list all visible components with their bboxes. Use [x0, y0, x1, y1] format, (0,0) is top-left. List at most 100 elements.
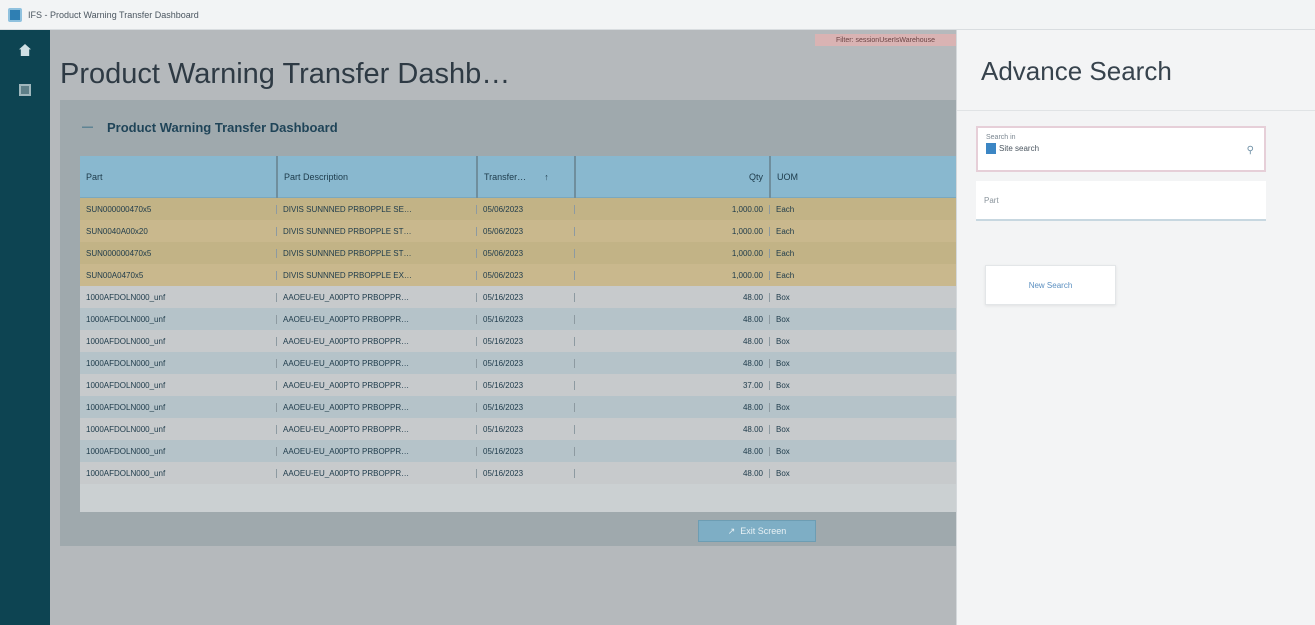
search-in-label: Search in: [986, 134, 1016, 141]
cell-part: SUN00A0470x5: [86, 270, 144, 280]
cell-description: AAOEU-EU_A00PTO PRBOPPR…: [276, 424, 476, 434]
cell-part: 1000AFDOLN000_unf: [86, 292, 166, 302]
cell-description: AAOEU-EU_A00PTO PRBOPPR…: [276, 336, 476, 346]
cell-description: AAOEU-EU_A00PTO PRBOPPR…: [276, 314, 476, 324]
cell-part: 1000AFDOLN000_unf: [86, 446, 166, 456]
exit-icon: ↗: [727, 525, 736, 536]
cell-uom: Box: [769, 468, 956, 478]
cell-description: AAOEU-EU_A00PTO PRBOPPR…: [276, 402, 476, 412]
cell-qty: 48.00: [574, 292, 769, 302]
filter-icon[interactable]: ⚲: [1247, 145, 1254, 156]
rail-list-button[interactable]: [0, 70, 50, 110]
cell-qty: 48.00: [574, 314, 769, 324]
cell-uom: Box: [769, 336, 956, 346]
cell-transfer-date: 05/16/2023: [476, 314, 574, 324]
column-header-uom[interactable]: UOM: [769, 156, 956, 198]
left-rail: [0, 30, 50, 625]
cell-transfer-date: 05/06/2023: [476, 204, 574, 214]
main-area: Filter: sessionUserIsWarehouse Product W…: [50, 30, 956, 625]
cell-uom: Box: [769, 380, 956, 390]
cell-transfer-date: 05/16/2023: [476, 468, 574, 478]
cell-uom: Each: [769, 270, 956, 280]
cell-uom: Each: [769, 226, 956, 236]
cell-uom: Box: [769, 292, 956, 302]
cell-part: 1000AFDOLN000_unf: [86, 314, 166, 324]
table-row[interactable]: 1000AFDOLN000_unf AAOEU-EU_A00PTO PRBOPPR…: [80, 440, 956, 462]
window-title: IFS - Product Warning Transfer Dashboard: [28, 9, 199, 20]
cell-uom: Box: [769, 314, 956, 324]
new-search-button[interactable]: New Search: [985, 265, 1116, 305]
column-header-transfer-label: Transfer…: [484, 171, 527, 182]
table-row[interactable]: 1000AFDOLN000_unf AAOEU-EU_A00PTO PRBOPPR…: [80, 418, 956, 440]
table-row[interactable]: 1000AFDOLN000_unf AAOEU-EU_A00PTO PRBOPPR…: [80, 308, 956, 330]
cell-description: DIVIS SUNNNED PRBOPPLE ST…: [276, 226, 476, 236]
cell-description: DIVIS SUNNNED PRBOPPLE EX…: [276, 270, 476, 280]
collapse-icon[interactable]: —: [82, 121, 93, 133]
cell-uom: Box: [769, 446, 956, 456]
table-row[interactable]: 1000AFDOLN000_unf AAOEU-EU_A00PTO PRBOPPR…: [80, 396, 956, 418]
cell-description: DIVIS SUNNNED PRBOPPLE ST…: [276, 248, 476, 258]
table-row[interactable]: SUN000000470x5 DIVIS SUNNNED PRBOPPLE ST……: [80, 242, 956, 264]
cell-uom: Box: [769, 402, 956, 412]
cell-qty: 48.00: [574, 336, 769, 346]
cell-uom: Box: [769, 358, 956, 368]
cell-transfer-date: 05/16/2023: [476, 358, 574, 368]
column-header-part[interactable]: Part: [80, 156, 276, 198]
cell-transfer-date: 05/16/2023: [476, 336, 574, 346]
panel-divider: [957, 110, 1315, 111]
cell-part: 1000AFDOLN000_unf: [86, 424, 166, 434]
cell-part: 1000AFDOLN000_unf: [86, 358, 166, 368]
cell-description: AAOEU-EU_A00PTO PRBOPPR…: [276, 468, 476, 478]
table-row[interactable]: 1000AFDOLN000_unf AAOEU-EU_A00PTO PRBOPPR…: [80, 374, 956, 396]
app-icon: [8, 7, 22, 22]
list-icon: [19, 84, 31, 96]
table-row[interactable]: 1000AFDOLN000_unf AAOEU-EU_A00PTO PRBOPPR…: [80, 462, 956, 484]
transfer-grid: Part Part Description Transfer… ↑ Qty UO…: [80, 156, 956, 512]
cell-qty: 48.00: [574, 468, 769, 478]
cell-description: AAOEU-EU_A00PTO PRBOPPR…: [276, 292, 476, 302]
table-row[interactable]: SUN00A0470x5 DIVIS SUNNNED PRBOPPLE EX… 05…: [80, 264, 956, 286]
cell-transfer-date: 05/16/2023: [476, 446, 574, 456]
page-title: Product Warning Transfer Dashb…: [60, 58, 511, 90]
cell-description: AAOEU-EU_A00PTO PRBOPPR…: [276, 380, 476, 390]
part-field[interactable]: Part: [976, 181, 1266, 221]
cell-transfer-date: 05/16/2023: [476, 424, 574, 434]
section-header[interactable]: — Product Warning Transfer Dashboard: [60, 100, 956, 154]
section-title: Product Warning Transfer Dashboard: [107, 119, 338, 135]
column-header-description[interactable]: Part Description: [276, 156, 476, 198]
advance-search-panel: Advance Search Search in Site search ⚲ P…: [956, 30, 1315, 625]
column-header-transfer-date[interactable]: Transfer… ↑: [476, 156, 574, 198]
table-row[interactable]: 1000AFDOLN000_unf AAOEU-EU_A00PTO PRBOPPR…: [80, 352, 956, 374]
table-row[interactable]: 1000AFDOLN000_unf AAOEU-EU_A00PTO PRBOPPR…: [80, 330, 956, 352]
cell-part: SUN0040A00x20: [86, 226, 148, 236]
cell-qty: 48.00: [574, 402, 769, 412]
exit-screen-label: Exit Screen: [740, 526, 787, 536]
cell-transfer-date: 05/16/2023: [476, 402, 574, 412]
cell-transfer-date: 05/16/2023: [476, 380, 574, 390]
cell-uom: Each: [769, 248, 956, 258]
cell-uom: Each: [769, 204, 956, 214]
table-row[interactable]: SUN000000470x5 DIVIS SUNNNED PRBOPPLE SE……: [80, 198, 956, 220]
cell-qty: 48.00: [574, 446, 769, 456]
exit-screen-button[interactable]: ↗ Exit Screen: [698, 520, 816, 542]
cell-qty: 1,000.00: [574, 270, 769, 280]
table-row[interactable]: 1000AFDOLN000_unf AAOEU-EU_A00PTO PRBOPPR…: [80, 286, 956, 308]
table-row[interactable]: SUN0040A00x20 DIVIS SUNNNED PRBOPPLE ST… 0…: [80, 220, 956, 242]
search-in-value: Site search: [999, 144, 1040, 153]
panel-title: Advance Search: [981, 56, 1172, 86]
grid-header: Part Part Description Transfer… ↑ Qty UO…: [80, 156, 956, 198]
home-icon: [19, 44, 31, 56]
cell-qty: 1,000.00: [574, 226, 769, 236]
column-header-qty[interactable]: Qty: [574, 156, 769, 198]
cell-qty: 48.00: [574, 424, 769, 434]
rail-home-button[interactable]: [0, 30, 50, 70]
cell-part: 1000AFDOLN000_unf: [86, 402, 166, 412]
search-in-field[interactable]: Search in Site search ⚲: [976, 126, 1266, 172]
cell-description: DIVIS SUNNNED PRBOPPLE SE…: [276, 204, 476, 214]
cell-qty: 48.00: [574, 358, 769, 368]
text-cursor-selection: [986, 143, 996, 154]
user-filter-badge: Filter: sessionUserIsWarehouse: [815, 34, 956, 46]
cell-transfer-date: 05/06/2023: [476, 270, 574, 280]
cell-part: 1000AFDOLN000_unf: [86, 336, 166, 346]
cell-uom: Box: [769, 424, 956, 434]
